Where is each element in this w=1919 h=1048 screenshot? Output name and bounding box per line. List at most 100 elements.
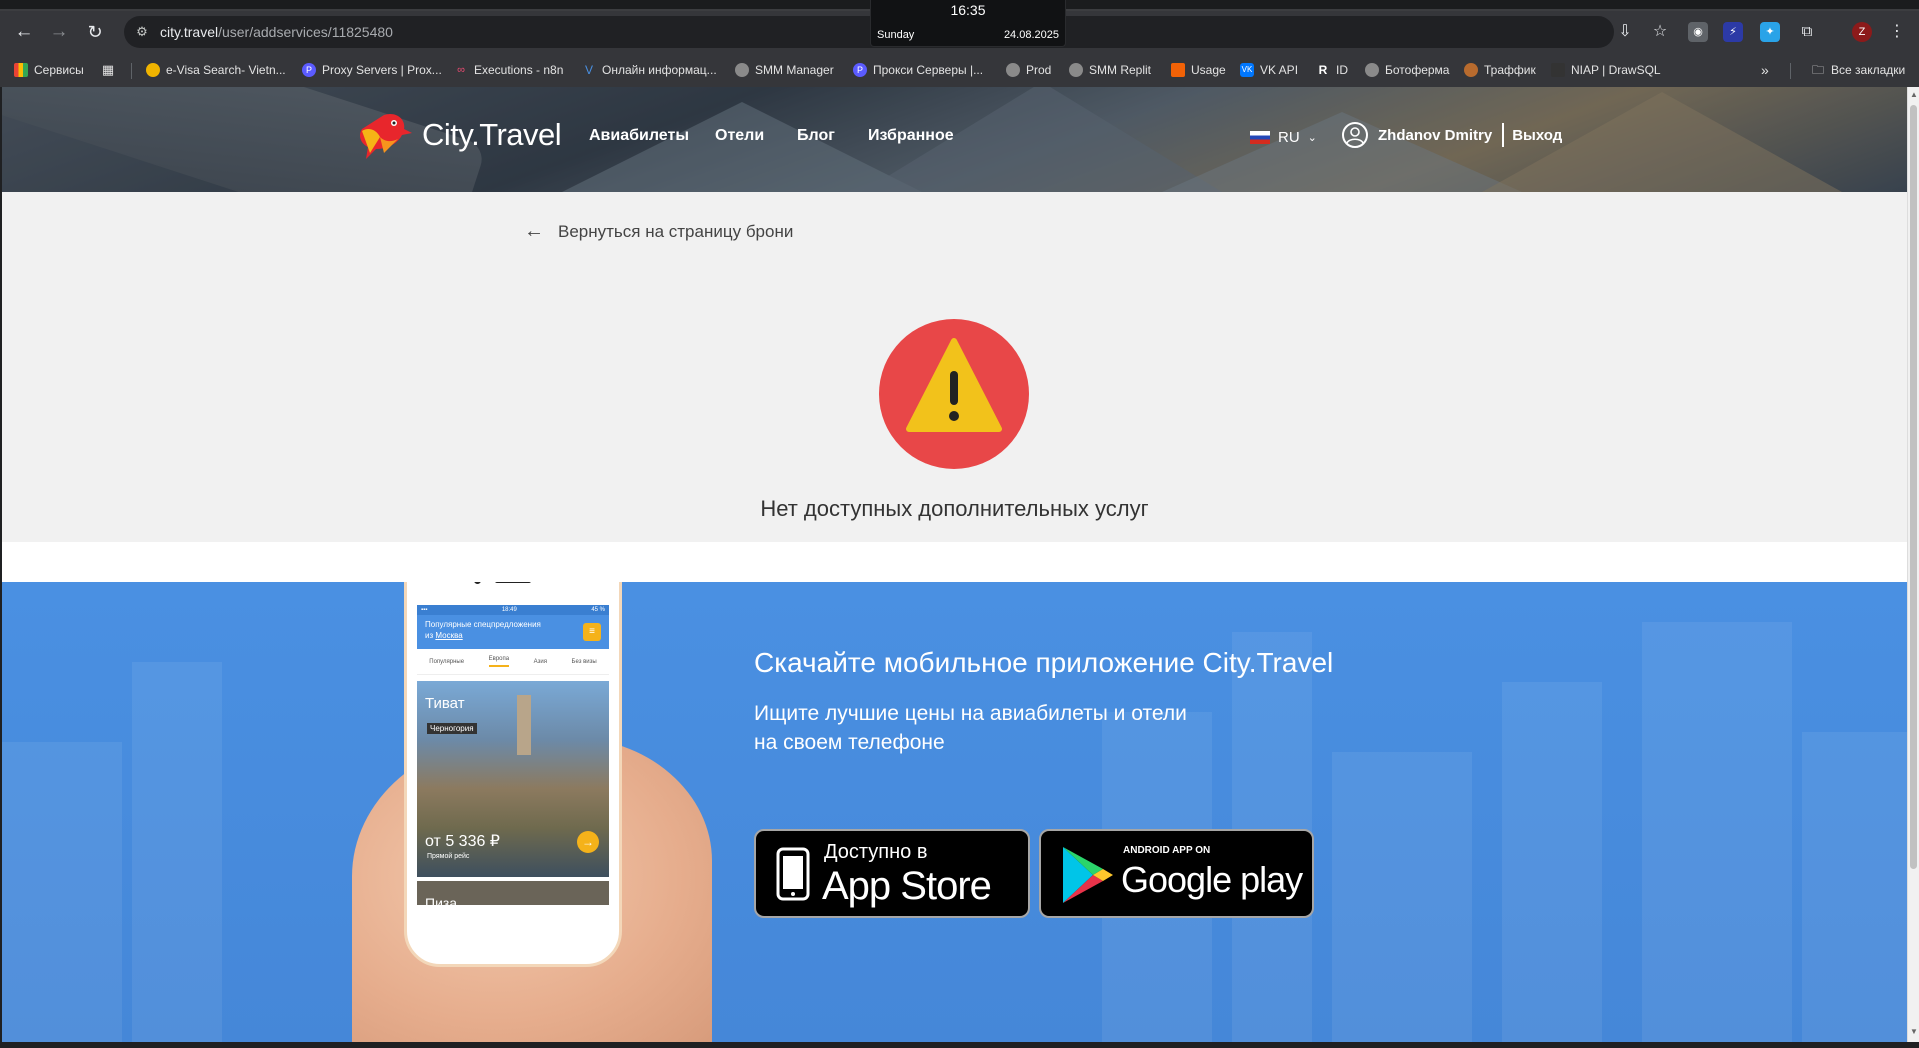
phone-tab: Популярные bbox=[429, 658, 465, 665]
bg-building bbox=[132, 662, 222, 1042]
screenshot-extension-icon[interactable]: ◉ bbox=[1688, 22, 1708, 42]
scroll-down-icon[interactable]: ▼ bbox=[1909, 1027, 1919, 1037]
bookmark-item[interactable]: R ID bbox=[1316, 61, 1348, 79]
grid-icon: ▦ bbox=[101, 62, 115, 77]
extensions-puzzle-icon[interactable]: ⧉ bbox=[1797, 22, 1817, 42]
language-selector[interactable]: RU ⌄ bbox=[1250, 129, 1317, 146]
phone-icon bbox=[776, 847, 810, 901]
site-logo[interactable]: City.Travel bbox=[354, 109, 562, 161]
nav-flights[interactable]: Авиабилеты bbox=[589, 127, 689, 145]
bookmark-item[interactable]: P Proxy Servers | Prox... bbox=[302, 61, 442, 79]
logout-link[interactable]: Выход bbox=[1512, 127, 1562, 144]
bookmark-item[interactable]: Usage bbox=[1171, 61, 1226, 79]
bookmark-item[interactable]: VK VK API bbox=[1240, 61, 1298, 79]
bookmark-label: Сервисы bbox=[34, 63, 84, 77]
globe-icon bbox=[146, 63, 160, 77]
header-overlay bbox=[2, 87, 1907, 192]
bg-building bbox=[1332, 752, 1472, 1042]
clock-day: Sunday bbox=[877, 29, 915, 41]
bookmark-label: Ботоферма bbox=[1385, 63, 1450, 77]
phone-tab: Без визы bbox=[571, 658, 597, 665]
bookmark-item[interactable]: V Онлайн информац... bbox=[582, 61, 717, 79]
n8n-icon: ∞ bbox=[457, 64, 465, 76]
bg-building bbox=[2, 742, 122, 1042]
nav-favorites[interactable]: Избранное bbox=[868, 127, 954, 145]
phone-header-from: из bbox=[425, 631, 434, 640]
nav-hotels[interactable]: Отели bbox=[715, 127, 764, 145]
url-text[interactable]: city.travel/user/addservices/11825480 bbox=[160, 24, 393, 40]
bookmark-divider bbox=[131, 63, 132, 79]
user-menu: Zhdanov Dmitry Выход bbox=[1342, 122, 1562, 148]
bookmark-label: Executions - n8n bbox=[474, 63, 564, 77]
user-name[interactable]: Zhdanov Dmitry bbox=[1378, 127, 1492, 144]
v-icon: V bbox=[584, 63, 593, 77]
replit-icon bbox=[1171, 63, 1185, 77]
promo-subtitle-line: Ищите лучшие цены на авиабилеты и отели bbox=[754, 702, 1187, 725]
all-bookmarks-button[interactable]: 🗀 Все закладки bbox=[1811, 61, 1905, 79]
bookmark-star-icon[interactable]: ☆ bbox=[1651, 23, 1669, 41]
all-bookmarks-label: Все закладки bbox=[1831, 63, 1906, 77]
bookmark-label: Prod bbox=[1026, 63, 1052, 77]
warning-icon bbox=[879, 319, 1029, 469]
phone-header: Популярные спецпредложения из Москва ≡ bbox=[417, 615, 609, 649]
profile-avatar-icon[interactable]: Z bbox=[1852, 22, 1872, 42]
phone-signal-icon: ▪▪▪ bbox=[421, 607, 428, 613]
filter-icon: ≡ bbox=[583, 623, 601, 641]
browser-menu-icon[interactable]: ⋮ bbox=[1887, 22, 1907, 42]
phone-status-bar: ▪▪▪ 18:49 45 % bbox=[417, 605, 609, 615]
bookmark-item[interactable]: Траффик bbox=[1464, 61, 1536, 79]
phone-next-card: Пиза bbox=[417, 881, 609, 905]
bookmark-label: NIAP | DrawSQL bbox=[1571, 63, 1661, 77]
card-title: Тиват bbox=[425, 695, 465, 712]
extension-blue-icon[interactable]: ⚡ bbox=[1723, 22, 1743, 42]
bookmark-label: SMM Replit bbox=[1089, 63, 1152, 77]
bookmark-item[interactable]: Ботоферма bbox=[1365, 61, 1449, 79]
google-play-big-text: Google play bbox=[1121, 859, 1303, 900]
app-store-small-text: Доступно в bbox=[824, 841, 928, 863]
promo-subtitle-line: на своем телефоне bbox=[754, 731, 945, 754]
bookmark-item[interactable]: Prod bbox=[1006, 61, 1051, 79]
empty-state-message: Нет доступных дополнительных услуг bbox=[760, 496, 1149, 521]
forward-arrow-icon[interactable]: → bbox=[47, 20, 71, 44]
address-bar[interactable]: ⚙ city.travel/user/addservices/11825480 … bbox=[124, 16, 1667, 48]
page-scrollbar[interactable]: ▲ ▼ bbox=[1907, 87, 1919, 1042]
page-viewport: City.Travel Авиабилеты Отели Блог Избран… bbox=[2, 87, 1907, 1042]
phone-offer-card: Тиват Черногория от 5 336 ₽ Прямой рейс … bbox=[417, 681, 609, 877]
card-bg-tower bbox=[517, 695, 531, 755]
app-store-button[interactable]: Доступно в App Store bbox=[754, 829, 1030, 918]
bookmark-label: Онлайн информац... bbox=[602, 63, 717, 77]
bookmarks-overflow-icon[interactable]: » bbox=[1761, 61, 1769, 79]
bookmark-label: ID bbox=[1336, 63, 1348, 77]
site-info-icon[interactable]: ⚙ bbox=[134, 24, 150, 40]
google-play-icon bbox=[1063, 847, 1113, 903]
app-promo-section: ▪▪▪ 18:49 45 % Популярные спецпредложени… bbox=[2, 582, 1907, 1042]
russia-flag-icon bbox=[1250, 131, 1270, 144]
user-avatar-icon[interactable] bbox=[1342, 122, 1368, 148]
parrot-logo-icon bbox=[360, 113, 412, 159]
extension-cyan-icon[interactable]: ✦ bbox=[1760, 22, 1780, 42]
logo-text: City.Travel bbox=[422, 117, 562, 152]
vk-icon: VK bbox=[1240, 63, 1254, 77]
install-app-icon[interactable]: ⇩ bbox=[1616, 23, 1634, 41]
bookmark-item[interactable]: Сервисы bbox=[14, 61, 84, 79]
bookmark-item[interactable]: P Прокси Серверы |... bbox=[853, 61, 983, 79]
grid-bookmark[interactable]: ▦ bbox=[101, 61, 115, 79]
scrollbar-thumb[interactable] bbox=[1910, 105, 1917, 869]
bookmark-label: e-Visa Search- Vietn... bbox=[166, 63, 286, 77]
bookmark-label: Proxy Servers | Prox... bbox=[322, 63, 442, 77]
bookmark-item[interactable]: e-Visa Search- Vietn... bbox=[146, 61, 286, 79]
browser-window: ← → ↻ ⚙ city.travel/user/addservices/118… bbox=[0, 0, 1919, 1048]
bookmark-item[interactable]: NIAP | DrawSQL bbox=[1551, 61, 1661, 79]
bookmark-label: Usage bbox=[1191, 63, 1226, 77]
app-store-big-text: App Store bbox=[822, 864, 992, 908]
bookmark-item[interactable]: SMM Replit bbox=[1069, 61, 1151, 79]
scroll-up-icon[interactable]: ▲ bbox=[1909, 90, 1919, 100]
nav-blog[interactable]: Блог bbox=[797, 127, 835, 145]
google-play-button[interactable]: ANDROID APP ON Google play bbox=[1039, 829, 1314, 918]
back-arrow-icon[interactable]: ← bbox=[12, 20, 36, 44]
bookmark-item[interactable]: ∞ Executions - n8n bbox=[454, 61, 563, 79]
user-divider bbox=[1502, 123, 1505, 147]
bookmark-item[interactable]: SMM Manager bbox=[735, 61, 834, 79]
reload-icon[interactable]: ↻ bbox=[83, 20, 107, 44]
back-to-booking-link[interactable]: ← Вернуться на страницу брони bbox=[524, 220, 793, 243]
